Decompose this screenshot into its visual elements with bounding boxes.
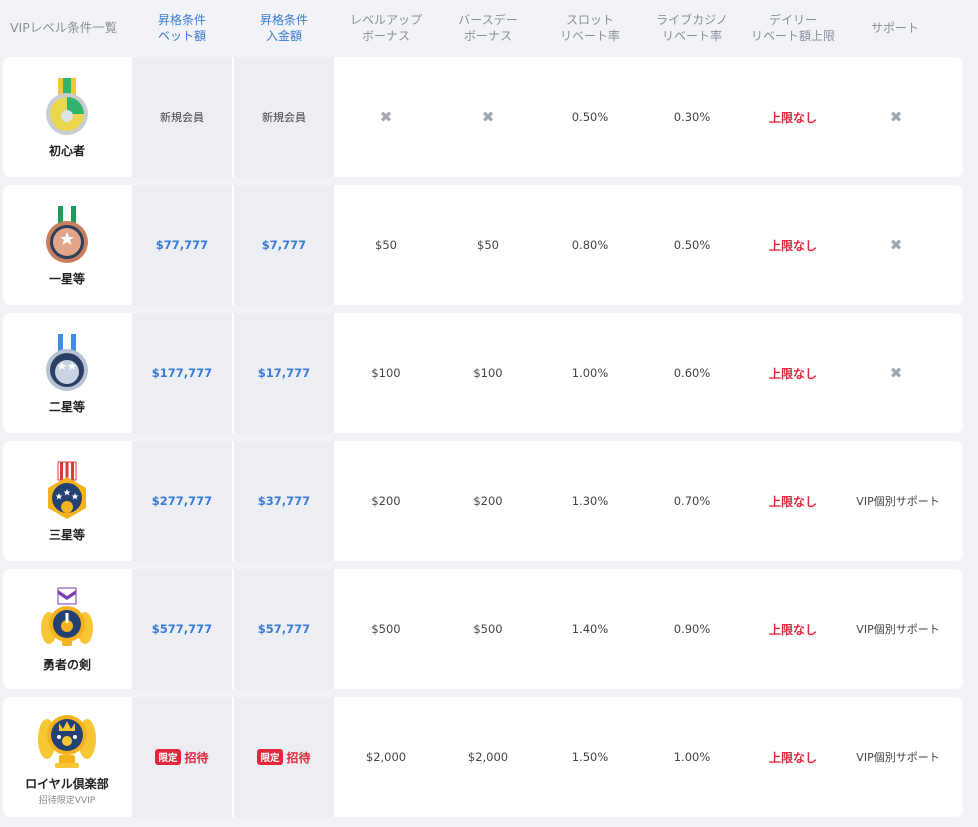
levelup-bonus: ✖ (335, 57, 437, 177)
daily-limit: 上限なし (768, 110, 817, 125)
daily-limit: 上限なし (768, 622, 817, 637)
two-star-medal-icon (46, 333, 88, 391)
table-row: 勇者の剣 $577,777 $57,777 $500 $500 1.40% 0.… (3, 569, 963, 689)
support: VIP個別サポート (856, 623, 940, 636)
bet-requirement: $177,777 (132, 313, 232, 433)
support: ✖ (845, 185, 947, 305)
level-name: 初心者 (48, 143, 85, 158)
deposit-requirement: 限定 招待 (234, 697, 334, 817)
cross-icon: ✖ (481, 108, 495, 126)
table-row: 二星等 $177,777 $17,777 $100 $100 1.00% 0.6… (3, 313, 963, 433)
deposit-requirement: $7,777 (234, 185, 334, 305)
slot-rebate: 1.40% (571, 622, 609, 636)
header-bet: 昇格条件 ベット額 (157, 13, 206, 43)
live-rebate: 0.70% (673, 494, 711, 508)
table-header: VIPレベル条件一覧 昇格条件 ベット額 昇格条件 入金額 レベルアップ ボーナス バ… (0, 0, 978, 56)
bet-requirement: 限定 招待 (132, 697, 232, 817)
level-name: 二星等 (48, 399, 85, 414)
birthday-bonus: ✖ (437, 57, 539, 177)
levelup-bonus: $2,000 (365, 750, 407, 764)
header-live-rebate: ライブカジノ リベート率 (656, 13, 728, 43)
limited-badge: 限定 (155, 749, 181, 765)
level-name: 一星等 (48, 271, 85, 286)
cross-icon: ✖ (889, 364, 903, 382)
support: VIP個別サポート (856, 751, 940, 764)
deposit-requirement: $37,777 (234, 441, 334, 561)
table-row: 三星等 $277,777 $37,777 $200 $200 1.30% 0.7… (3, 441, 963, 561)
support: VIP個別サポート (856, 495, 940, 508)
bet-requirement: $277,777 (132, 441, 232, 561)
deposit-requirement: $17,777 (234, 313, 334, 433)
live-rebate: 1.00% (673, 750, 711, 764)
levelup-bonus: $100 (371, 366, 401, 380)
live-rebate: 0.60% (673, 366, 711, 380)
support: ✖ (845, 57, 947, 177)
bet-requirement: 新規会員 (132, 57, 232, 177)
birthday-bonus: $50 (477, 238, 499, 252)
live-rebate: 0.90% (673, 622, 711, 636)
live-rebate: 0.50% (673, 238, 711, 252)
levelup-bonus: $50 (375, 238, 397, 252)
table-row: 初心者 新規会員 新規会員 ✖ ✖ 0.50% 0.30% 上限なし ✖ (3, 57, 963, 177)
header-slot-rebate: スロット リベート率 (559, 13, 620, 43)
birthday-bonus: $100 (473, 366, 503, 380)
invite-label: 招待 (286, 750, 311, 765)
slot-rebate: 0.80% (571, 238, 609, 252)
deposit-requirement: $57,777 (234, 569, 334, 689)
header-levelup-bonus: レベルアップ ボーナス (349, 13, 422, 43)
slot-rebate: 1.30% (571, 494, 609, 508)
invite-label: 招待 (184, 750, 209, 765)
header-birthday-bonus: バースデー ボーナス (458, 13, 518, 43)
three-star-medal-icon (48, 461, 86, 519)
level-cell: 二星等 (3, 313, 131, 433)
cross-icon: ✖ (379, 108, 393, 126)
level-name: ロイヤル倶楽部 (25, 776, 109, 791)
support: ✖ (845, 313, 947, 433)
limited-badge: 限定 (257, 749, 283, 765)
deposit-requirement: 新規会員 (234, 57, 334, 177)
birthday-bonus: $500 (473, 622, 503, 636)
header-support: サポート (870, 21, 919, 35)
level-cell: 初心者 (3, 57, 131, 177)
daily-limit: 上限なし (768, 238, 817, 253)
level-cell: ロイヤル倶楽部 招待限定VVIP (3, 697, 131, 817)
bet-requirement: $77,777 (132, 185, 232, 305)
level-cell: 一星等 (3, 185, 131, 305)
level-name: 三星等 (48, 527, 85, 542)
header-deposit: 昇格条件 入金額 (259, 13, 308, 43)
level-cell: 三星等 (3, 441, 131, 561)
slot-rebate: 0.50% (571, 110, 609, 124)
birthday-bonus: $200 (473, 494, 503, 508)
cross-icon: ✖ (889, 236, 903, 254)
level-subtitle: 招待限定VVIP (38, 795, 96, 806)
slot-rebate: 1.00% (571, 366, 609, 380)
header-title: VIPレベル条件一覧 (10, 20, 118, 35)
daily-limit: 上限なし (768, 366, 817, 381)
levelup-bonus: $500 (371, 622, 401, 636)
live-rebate: 0.30% (673, 110, 711, 124)
header-daily-limit: デイリー リベート額上限 (750, 13, 835, 43)
table-row: 一星等 $77,777 $7,777 $50 $50 0.80% 0.50% 上… (3, 185, 963, 305)
bet-requirement: $577,777 (132, 569, 232, 689)
table-row: ロイヤル倶楽部 招待限定VVIP 限定 招待 限定 招待 $2,000 $2,0… (3, 697, 963, 817)
daily-limit: 上限なし (768, 750, 817, 765)
birthday-bonus: $2,000 (467, 750, 509, 764)
level-name: 勇者の剣 (42, 657, 91, 672)
levelup-bonus: $200 (371, 494, 401, 508)
daily-limit: 上限なし (768, 494, 817, 509)
royal-club-medal-icon (38, 714, 96, 768)
cross-icon: ✖ (889, 108, 903, 126)
slot-rebate: 1.50% (571, 750, 609, 764)
level-cell: 勇者の剣 (3, 569, 131, 689)
one-star-medal-icon (46, 205, 88, 263)
hero-sword-medal-icon (41, 587, 93, 646)
beginner-medal-icon (46, 77, 88, 135)
